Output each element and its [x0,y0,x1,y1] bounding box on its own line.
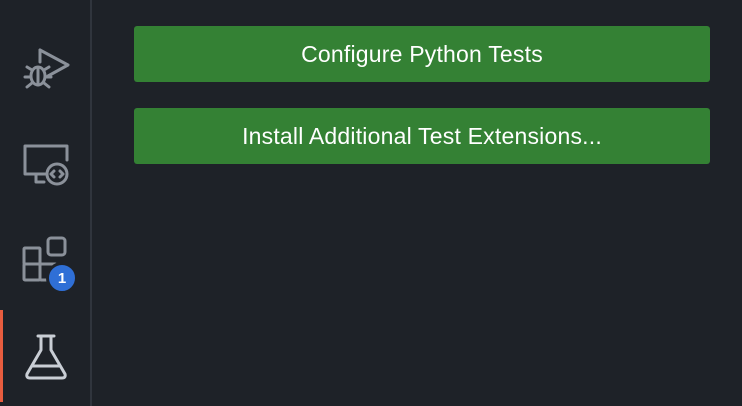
vscode-window: 1 Configure Python Tests Install Additio… [0,0,742,406]
activity-item-remote-explorer[interactable] [0,118,92,210]
activity-item-extensions[interactable]: 1 [0,214,92,306]
run-debug-icon [23,48,70,89]
activity-item-run-debug[interactable] [0,18,92,110]
activity-item-testing[interactable] [0,310,92,402]
extensions-badge: 1 [46,262,78,294]
activity-bar: 1 [0,0,92,406]
testing-view: Configure Python Tests Install Additiona… [94,0,742,406]
configure-python-tests-button[interactable]: Configure Python Tests [134,26,710,82]
install-test-extensions-button[interactable]: Install Additional Test Extensions... [134,108,710,164]
remote-explorer-icon [23,144,69,186]
beaker-icon [25,334,67,380]
